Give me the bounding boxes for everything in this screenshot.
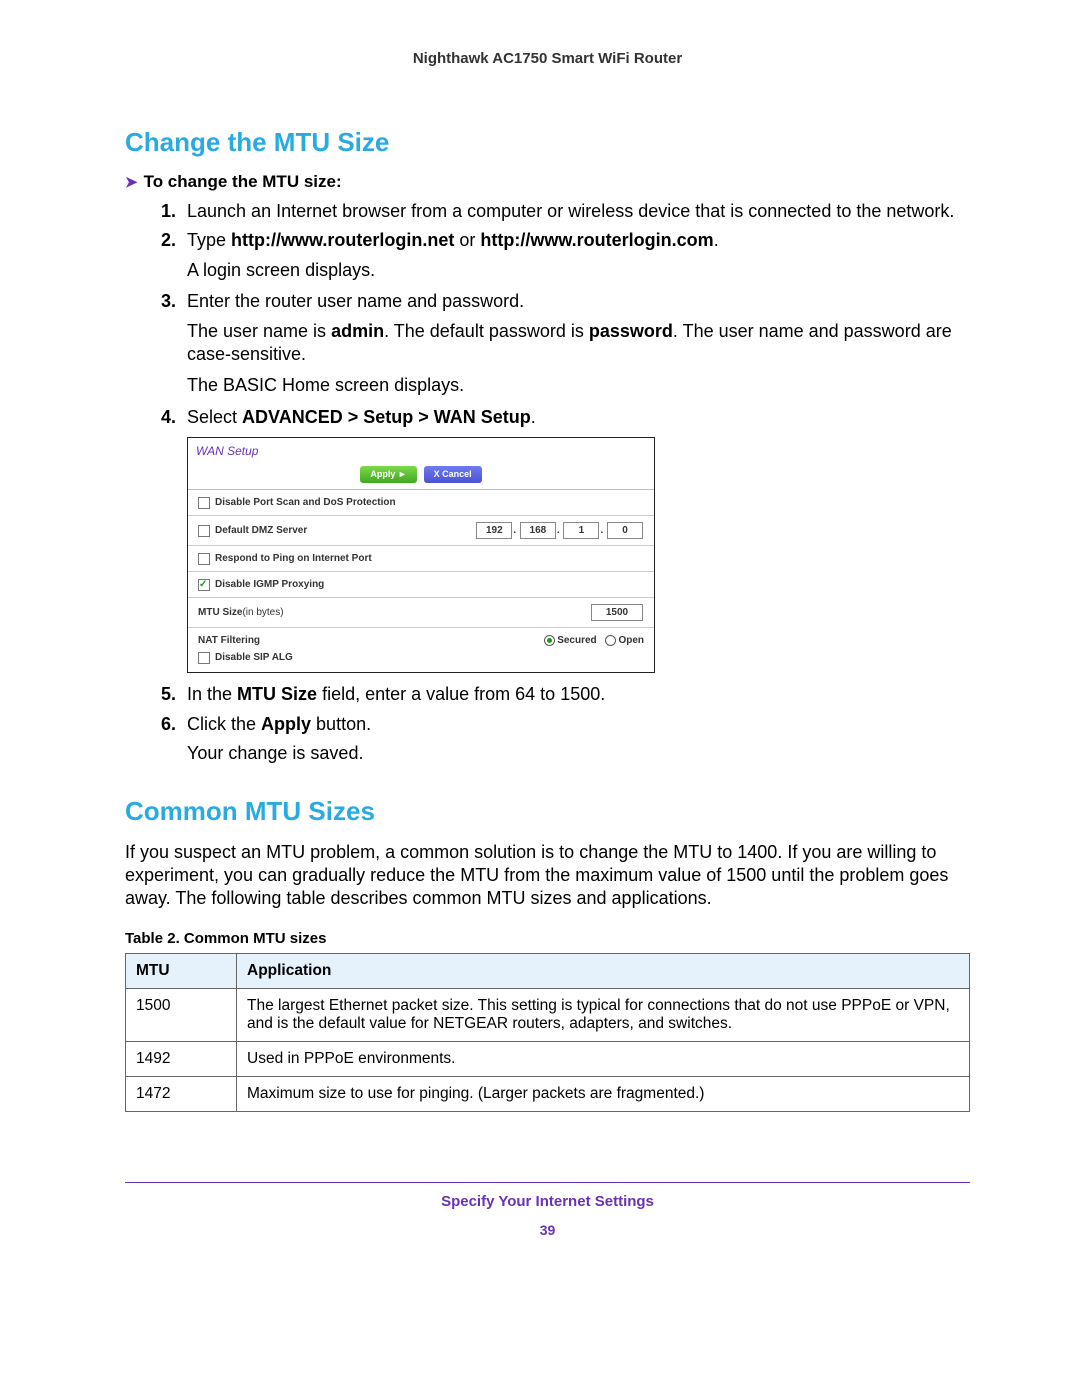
wan-title: WAN Setup bbox=[188, 438, 654, 464]
table-caption: Table 2. Common MTU sizes bbox=[125, 930, 970, 947]
step-subtext: Your change is saved. bbox=[187, 742, 970, 765]
footer-rule bbox=[125, 1182, 970, 1183]
apply-button[interactable]: Apply ► bbox=[360, 466, 416, 484]
ip-octet-input[interactable]: 0 bbox=[607, 522, 643, 539]
doc-header: Nighthawk AC1750 Smart WiFi Router bbox=[125, 50, 970, 67]
checkbox-checked-icon[interactable] bbox=[198, 579, 210, 591]
wan-row-dmz: Default DMZ Server 192. 168. 1. 0 bbox=[188, 516, 654, 546]
step-text: Enter the router user name and password. bbox=[187, 291, 524, 311]
mtu-size-input[interactable]: 1500 bbox=[591, 604, 643, 621]
step-number: 3. bbox=[161, 290, 176, 313]
cell-app: Maximum size to use for pinging. (Larger… bbox=[237, 1076, 970, 1111]
cell-mtu: 1472 bbox=[126, 1076, 237, 1111]
step-text: Type http://www.routerlogin.net or http:… bbox=[187, 230, 719, 250]
step-subtext: The BASIC Home screen displays. bbox=[187, 374, 970, 397]
heading-common-mtu: Common MTU Sizes bbox=[125, 796, 970, 827]
step-2: 2. Type http://www.routerlogin.net or ht… bbox=[161, 229, 970, 282]
wan-row-nat: NAT Filtering Secured Open Disable SIP A… bbox=[188, 628, 654, 672]
step-5: 5. In the MTU Size field, enter a value … bbox=[161, 683, 970, 706]
table-row: 1500 The largest Ethernet packet size. T… bbox=[126, 988, 970, 1041]
step-6: 6. Click the Apply button. Your change i… bbox=[161, 713, 970, 766]
table-row: 1472 Maximum size to use for pinging. (L… bbox=[126, 1076, 970, 1111]
cell-mtu: 1500 bbox=[126, 988, 237, 1041]
wan-row-mtu: MTU Size(in bytes) 1500 bbox=[188, 598, 654, 628]
step-3: 3. Enter the router user name and passwo… bbox=[161, 290, 970, 398]
cell-mtu: 1492 bbox=[126, 1041, 237, 1076]
step-text: Select ADVANCED > Setup > WAN Setup. bbox=[187, 407, 536, 427]
radio-icon[interactable] bbox=[605, 635, 616, 646]
checkbox-icon[interactable] bbox=[198, 497, 210, 509]
step-1: 1. Launch an Internet browser from a com… bbox=[161, 200, 970, 223]
ip-octet-input[interactable]: 1 bbox=[563, 522, 599, 539]
checkbox-icon[interactable] bbox=[198, 652, 210, 664]
chevron-icon: ➤ bbox=[125, 173, 138, 191]
step-subtext: The user name is admin. The default pass… bbox=[187, 320, 970, 367]
cancel-button[interactable]: X Cancel bbox=[424, 466, 482, 484]
wan-row-ping: Respond to Ping on Internet Port bbox=[188, 546, 654, 572]
procedure-heading-text: To change the MTU size: bbox=[144, 172, 342, 191]
ip-octet-input[interactable]: 192 bbox=[476, 522, 512, 539]
page-number: 39 bbox=[125, 1222, 970, 1238]
step-number: 2. bbox=[161, 229, 176, 252]
cell-app: The largest Ethernet packet size. This s… bbox=[237, 988, 970, 1041]
step-4: 4. Select ADVANCED > Setup > WAN Setup. … bbox=[161, 406, 970, 674]
step-number: 6. bbox=[161, 713, 176, 736]
footer-section: Specify Your Internet Settings bbox=[125, 1193, 970, 1210]
wan-setup-screenshot: WAN Setup Apply ► X Cancel Disable Port … bbox=[187, 437, 655, 673]
radio-selected-icon[interactable] bbox=[544, 635, 555, 646]
procedure-heading: ➤ To change the MTU size: bbox=[125, 172, 970, 192]
table-row: 1492 Used in PPPoE environments. bbox=[126, 1041, 970, 1076]
dmz-ip: 192. 168. 1. 0 bbox=[475, 522, 644, 539]
wan-row-igmp: Disable IGMP Proxying bbox=[188, 572, 654, 598]
checkbox-icon[interactable] bbox=[198, 553, 210, 565]
mtu-table: MTU Application 1500 The largest Etherne… bbox=[125, 953, 970, 1112]
ip-octet-input[interactable]: 168 bbox=[520, 522, 556, 539]
th-mtu: MTU bbox=[126, 953, 237, 988]
step-number: 5. bbox=[161, 683, 176, 706]
heading-change-mtu: Change the MTU Size bbox=[125, 127, 970, 158]
step-text: Click the Apply button. bbox=[187, 714, 371, 734]
step-text: Launch an Internet browser from a comput… bbox=[187, 201, 954, 221]
cell-app: Used in PPPoE environments. bbox=[237, 1041, 970, 1076]
step-text: In the MTU Size field, enter a value fro… bbox=[187, 684, 605, 704]
step-number: 4. bbox=[161, 406, 176, 429]
step-subtext: A login screen displays. bbox=[187, 259, 970, 282]
section-body: If you suspect an MTU problem, a common … bbox=[125, 841, 970, 910]
wan-row-port-scan: Disable Port Scan and DoS Protection bbox=[188, 490, 654, 516]
checkbox-icon[interactable] bbox=[198, 525, 210, 537]
step-number: 1. bbox=[161, 200, 176, 223]
th-application: Application bbox=[237, 953, 970, 988]
